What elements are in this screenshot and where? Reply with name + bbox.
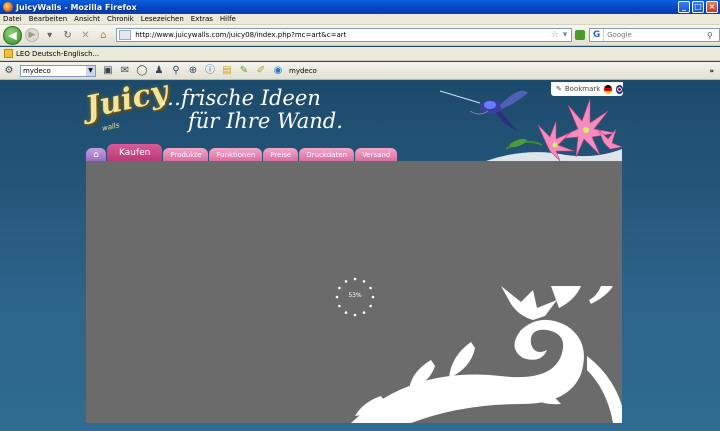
menu-bearbeiten[interactable]: Bearbeiten <box>29 15 67 23</box>
forward-button[interactable]: ▶ <box>24 28 39 42</box>
folder-icon[interactable]: ▤ <box>221 65 233 77</box>
go-button[interactable] <box>575 30 586 40</box>
minimize-button[interactable]: _ <box>678 1 690 13</box>
german-flag-icon[interactable] <box>604 84 612 94</box>
zoom-icon[interactable]: ⚲ <box>170 65 182 77</box>
flash-content-area[interactable]: 53% <box>86 161 622 423</box>
menu-hilfe[interactable]: Hilfe <box>220 15 236 23</box>
mydeco-select-value: mydeco <box>23 66 51 75</box>
extension-toolbar: ⚙ mydeco ▼ ▣ ✉ ◯ ♟ ⚲ ⊕ ⓘ ▤ ✎ ✐ ◉ mydeco … <box>0 62 720 80</box>
mydeco-select[interactable]: mydeco ▼ <box>20 64 96 77</box>
home-icon[interactable]: ⌂ <box>96 28 110 42</box>
url-dropdown-icon[interactable]: ▾ <box>563 30 568 40</box>
menu-chronik[interactable]: Chronik <box>107 15 134 23</box>
bookmarks-toolbar: LEO Deutsch-Englisch... <box>0 47 720 61</box>
tagline-line-2: für Ihre Wand. <box>188 109 343 133</box>
juicywalls-logo[interactable]: Juicy <box>82 74 171 126</box>
menu-datei[interactable]: Datei <box>3 15 22 23</box>
home-cart-icon: ⌂ <box>93 149 99 160</box>
toolbar-overflow-icon[interactable]: » <box>709 67 714 75</box>
mail-icon[interactable]: ✉ <box>119 65 131 77</box>
bookmark-button[interactable]: ✎ Bookmark <box>551 82 623 96</box>
stop-icon[interactable]: ✕ <box>78 28 92 42</box>
bookmark-favicon-icon <box>4 49 13 58</box>
menu-extras[interactable]: Extras <box>191 15 213 23</box>
menu-bar: Datei Bearbeiten Ansicht Chronik Lesezei… <box>0 14 720 25</box>
chat-bubble-icon[interactable]: ◯ <box>136 65 148 77</box>
search-icon[interactable]: ⚲ <box>707 31 719 40</box>
site-identity-icon[interactable] <box>119 30 132 40</box>
tab-versand[interactable]: Versand <box>355 148 398 161</box>
tab-funktionen[interactable]: Funktionen <box>209 148 263 161</box>
firefox-icon <box>3 2 13 12</box>
highlighter-icon[interactable]: ✐ <box>255 65 267 77</box>
page-icon[interactable]: ▣ <box>102 65 114 77</box>
mydeco-icon[interactable]: ◉ <box>272 65 284 77</box>
tab-home[interactable]: ⌂ <box>86 148 106 161</box>
dropdown-history-icon[interactable]: ▾ <box>43 28 57 42</box>
pencil-icon[interactable]: ✎ <box>238 65 250 77</box>
site-tagline: …frische Ideen für Ihre Wand. <box>160 87 343 133</box>
site-nav-tabs: ⌂ Kaufen Produkte Funktionen Preise Druc… <box>86 144 398 161</box>
menu-lesezeichen[interactable]: Lesezeichen <box>141 15 184 23</box>
tagline-line-1: …frische Ideen <box>160 86 321 110</box>
menu-ansicht[interactable]: Ansicht <box>74 15 100 23</box>
uk-flag-icon[interactable] <box>615 84 623 94</box>
back-button[interactable]: ◀ <box>3 25 22 45</box>
bookmark-leo[interactable]: LEO Deutsch-Englisch... <box>16 50 99 58</box>
zoom-in-icon[interactable]: ⊕ <box>187 65 199 77</box>
google-search-engine-icon[interactable]: G <box>590 29 605 41</box>
window-title: JuicyWalls - Mozilla Firefox <box>16 2 137 12</box>
navigation-toolbar: ◀ ▶ ▾ ↻ ✕ ⌂ ☆ ▾ G ⚲ <box>0 25 720 46</box>
search-bar[interactable]: G ⚲ <box>589 28 720 42</box>
tab-druckdaten[interactable]: Druckdaten <box>299 148 355 161</box>
lily-flowers-image <box>486 99 622 161</box>
tab-kaufen[interactable]: Kaufen <box>107 144 163 161</box>
close-button[interactable]: × <box>706 1 718 13</box>
juicywalls-logo-sub: walls <box>101 121 121 133</box>
mydeco-button-label[interactable]: mydeco <box>289 67 317 75</box>
reload-icon[interactable]: ↻ <box>61 28 75 42</box>
tab-produkte[interactable]: Produkte <box>163 148 209 161</box>
window-titlebar: JuicyWalls - Mozilla Firefox _ □ × <box>0 0 720 14</box>
bookmark-star-icon[interactable]: ☆ <box>551 30 559 40</box>
maximize-button[interactable]: □ <box>692 1 704 13</box>
floral-ornament-image <box>351 286 622 423</box>
info-icon[interactable]: ⓘ <box>204 65 216 77</box>
settings-icon[interactable]: ⚙ <box>3 65 15 77</box>
search-input[interactable] <box>604 31 707 39</box>
tab-preise[interactable]: Preise <box>263 148 299 161</box>
url-bar[interactable]: ☆ ▾ <box>116 28 573 42</box>
bookmark-button-label: Bookmark <box>564 85 601 93</box>
bookmark-clip-icon: ✎ <box>556 85 562 93</box>
chevron-down-icon: ▼ <box>86 65 95 76</box>
url-input[interactable] <box>135 31 551 39</box>
